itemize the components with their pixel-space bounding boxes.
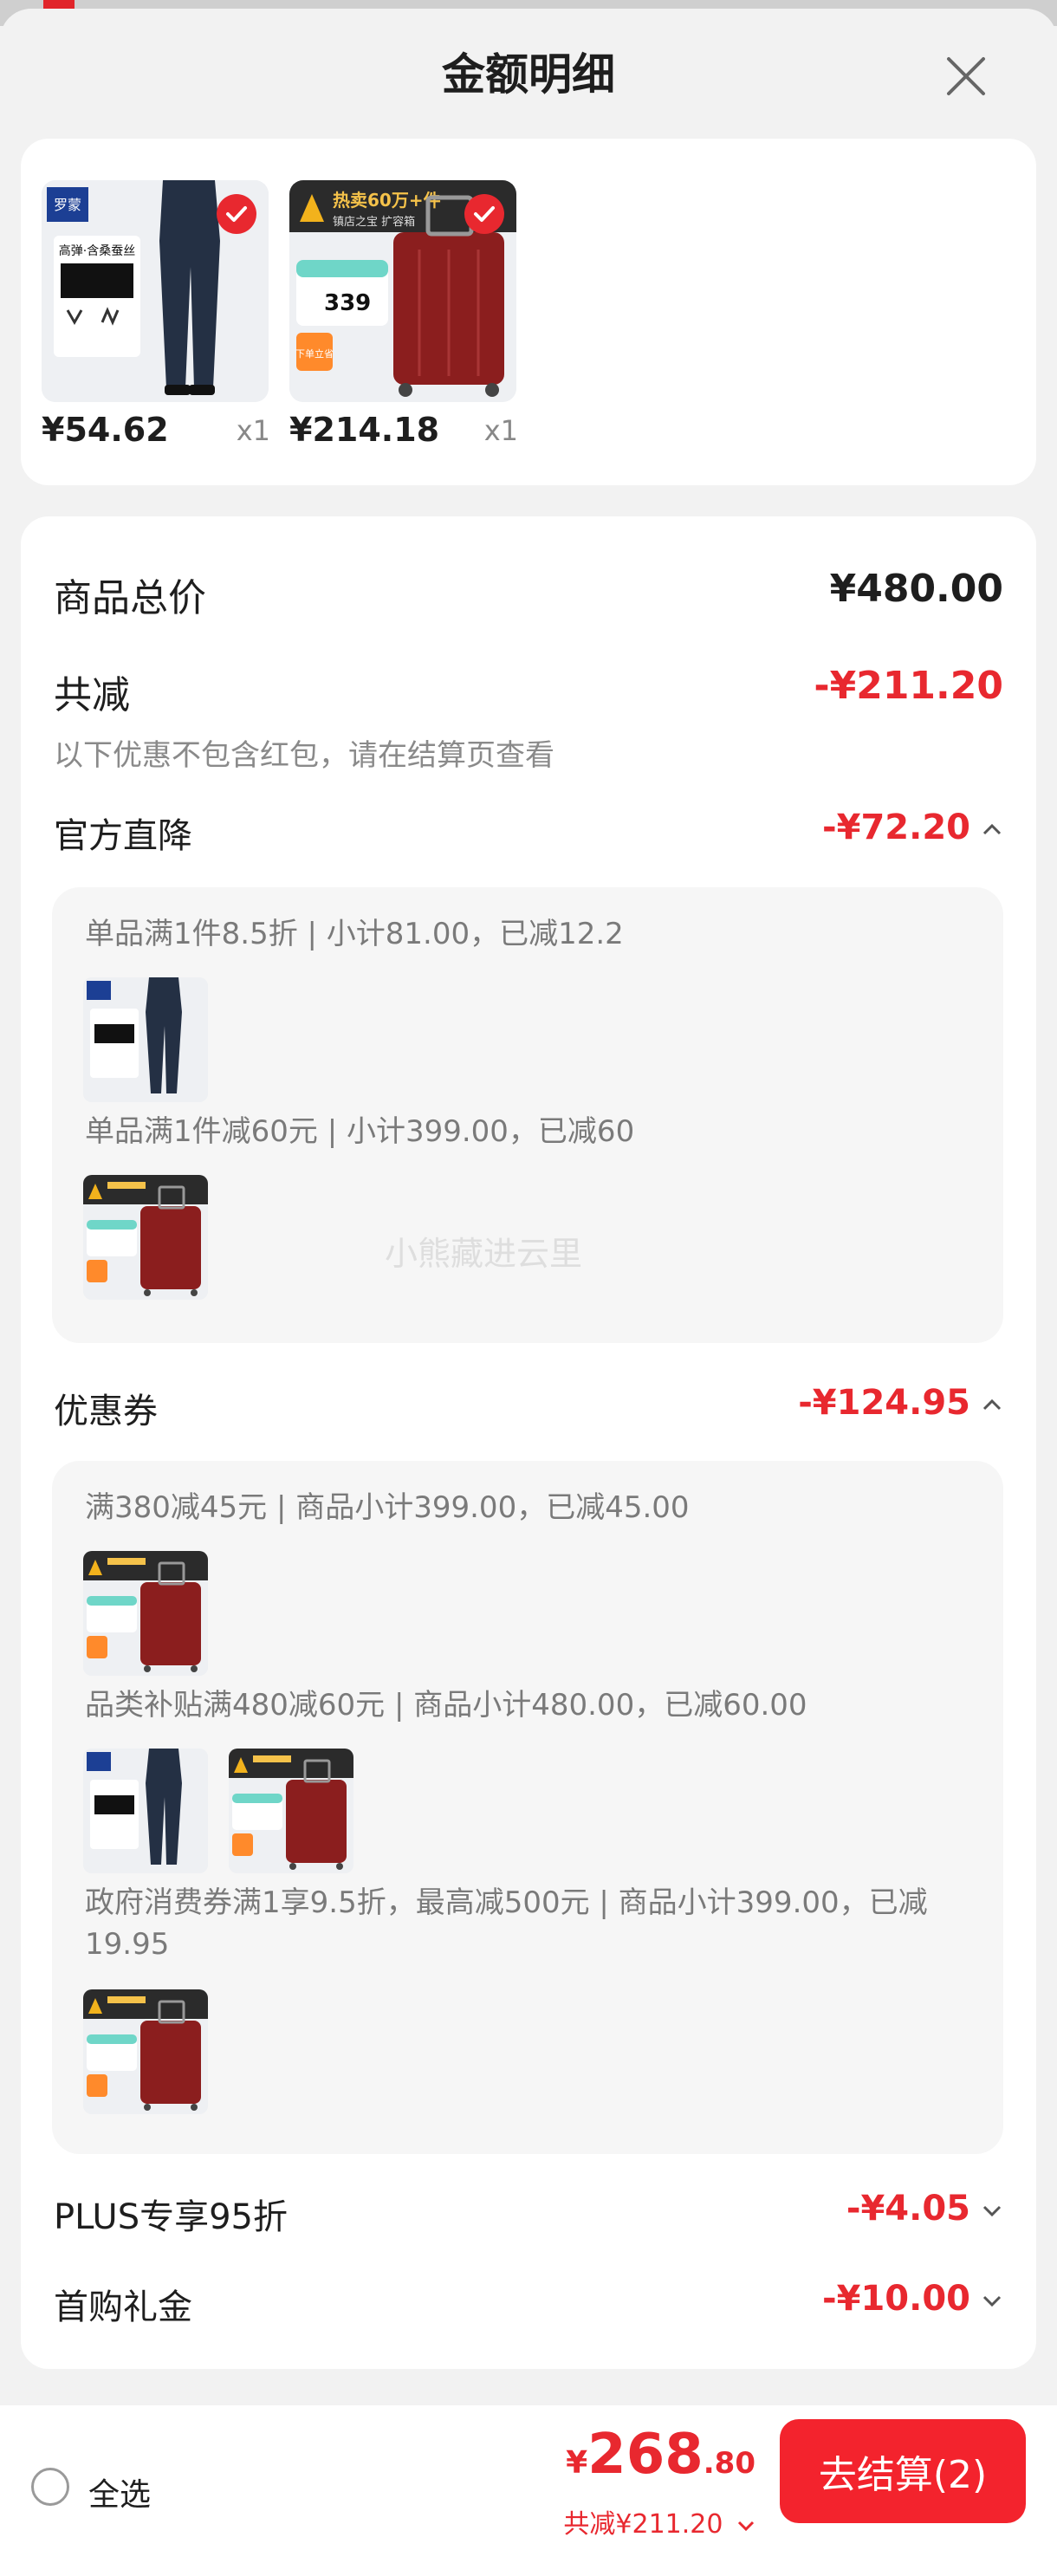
coupon-label: 优惠券: [54, 1392, 158, 1431]
discount-rule: 政府消费券满1享9.5折，最高减500元 | 商品小计399.00，已减19.9…: [85, 1885, 928, 1962]
product-quantity: x1: [483, 414, 518, 447]
checkout-bar: 全选 ¥268.80 共减¥211.20 去结算(2): [0, 2405, 1057, 2576]
badge-price-text: 339: [324, 290, 371, 316]
official-discount-details: 单品满1件8.5折 | 小计81.00，已减12.2 单品满1件减60元 | 小…: [52, 887, 1003, 1343]
product-tag-text: 高弹·含桑蚕丝: [59, 243, 135, 258]
thumbnail-suitcase: [83, 1551, 208, 1676]
select-all-radio[interactable]: [31, 2468, 69, 2506]
chevron-down-icon[interactable]: [981, 2202, 1003, 2219]
price-breakdown-card: 商品总价 ¥480.00 共减 -¥211.20 以下优惠不包含红包，请在结算页…: [21, 516, 1036, 2369]
thumbnail-suitcase: [83, 1989, 208, 2114]
official-discount-value: -¥72.20: [822, 808, 970, 847]
brand-logo-text: 罗蒙: [54, 197, 81, 213]
total-discount-label: 共减: [54, 673, 130, 717]
discount-rule: 品类补贴满480减60元 | 商品小计480.00，已减60.00: [85, 1688, 807, 1723]
product-item[interactable]: 罗蒙 高弹·含桑蚕丝 ¥54.62 x1: [42, 180, 270, 449]
official-discount-label: 官方直降: [54, 816, 192, 856]
checkout-button[interactable]: 去结算(2): [780, 2419, 1026, 2523]
checked-icon[interactable]: [217, 194, 256, 234]
saved-amount[interactable]: 共减¥211.20: [563, 2502, 755, 2540]
sheet-header: 金额明细: [0, 9, 1057, 139]
select-all-label[interactable]: 全选: [88, 2469, 151, 2514]
chevron-down-icon[interactable]: [981, 2292, 1003, 2309]
total-integer: 268: [587, 2423, 704, 2487]
discount-note: 以下优惠不包含红包，请在结算页查看: [54, 738, 554, 773]
product-item[interactable]: 热卖60万+件 镇店之宝 扩容箱 339 下单立省 ¥214.18 x1: [289, 180, 518, 449]
product-price: ¥54.62: [42, 411, 169, 449]
product-image-suitcase[interactable]: 热卖60万+件 镇店之宝 扩容箱 339 下单立省: [289, 180, 516, 402]
first-purchase-label: 首购礼金: [54, 2287, 192, 2327]
first-purchase-value: -¥10.00: [822, 2279, 970, 2319]
discount-rule: 满380减45元 | 商品小计399.00，已减45.00: [85, 1490, 690, 1525]
plus-discount-label: PLUS专享95折: [54, 2197, 288, 2237]
discount-rule: 单品满1件减60元 | 小计399.00，已减60: [85, 1114, 635, 1149]
discount-rule: 单品满1件8.5折 | 小计81.00，已减12.2: [85, 917, 624, 951]
watermark-text: 小熊藏进云里: [385, 1235, 583, 1273]
chevron-up-icon[interactable]: [981, 821, 1003, 838]
thumbnail-suitcase: [83, 1175, 208, 1300]
close-icon[interactable]: [940, 50, 992, 102]
plus-discount-value: -¥4.05: [846, 2189, 970, 2229]
product-price: ¥214.18: [289, 411, 440, 449]
thumbnail-pants: [83, 1749, 208, 1873]
coupon-value: -¥124.95: [798, 1383, 970, 1423]
sheet-title: 金额明细: [442, 49, 615, 100]
goods-total-value: ¥480.00: [829, 567, 1003, 611]
thumbnail-suitcase: [229, 1749, 353, 1873]
chevron-up-icon[interactable]: [981, 1396, 1003, 1413]
chevron-down-icon[interactable]: [736, 2519, 755, 2533]
saved-amount-text: 共减¥211.20: [563, 2509, 723, 2540]
thumbnail-pants: [83, 977, 208, 1102]
total-currency: ¥: [566, 2445, 588, 2481]
product-quantity: x1: [236, 414, 270, 447]
coupon-details: 满380减45元 | 商品小计399.00，已减45.00 品类补贴满480减6…: [52, 1461, 1003, 2154]
checked-icon[interactable]: [464, 194, 504, 234]
total-discount-value: -¥211.20: [814, 664, 1003, 708]
amount-detail-sheet: 金额明细 罗蒙 高弹·含桑蚕丝 ¥54.62 x1 热卖60万+件 镇店之宝 扩…: [0, 9, 1057, 2576]
banner-sub-text: 镇店之宝 扩容箱: [333, 215, 415, 229]
total-price: ¥268.80: [566, 2423, 755, 2487]
badge-save-text: 下单立省: [295, 347, 334, 360]
selected-products-card: 罗蒙 高弹·含桑蚕丝 ¥54.62 x1 热卖60万+件 镇店之宝 扩容箱 33…: [21, 139, 1036, 485]
product-image-pants[interactable]: 罗蒙 高弹·含桑蚕丝: [42, 180, 269, 402]
goods-total-label: 商品总价: [54, 576, 206, 620]
total-decimal: .80: [703, 2446, 755, 2481]
banner-text: 热卖60万+件: [333, 190, 441, 211]
